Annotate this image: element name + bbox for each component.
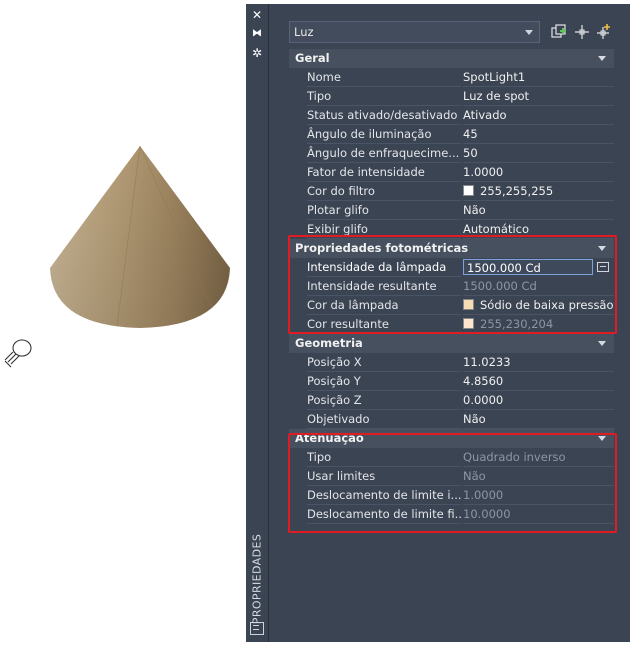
section-geral[interactable]: Geral (289, 49, 614, 68)
chevron-down-icon (598, 436, 606, 441)
property-row[interactable]: Intensidade resultante 1500.000 Cd (289, 277, 614, 296)
property-row[interactable]: Cor resultante 255,230,204 (289, 315, 614, 334)
property-row[interactable]: Status ativado/desativado Ativado (289, 106, 614, 125)
property-row[interactable]: Posição X 11.0233 (289, 353, 614, 372)
select-objects-icon[interactable] (572, 22, 592, 42)
gear-icon[interactable]: ✲ (249, 46, 265, 60)
property-row[interactable]: Deslocamento de limite fi... 10.0000 (289, 505, 614, 524)
property-row[interactable]: Usar limites Não (289, 467, 614, 486)
property-row[interactable]: Fator de intensidade 1.0000 (289, 163, 614, 182)
palette-title-bar: ✕ ⧓ ✲ PROPRIEDADES (246, 4, 269, 642)
property-row[interactable]: Plotar glifo Não (289, 201, 614, 220)
section-geometria[interactable]: Geometria (289, 334, 614, 353)
property-row[interactable]: Cor do filtro 255,255,255 (289, 182, 614, 201)
property-row[interactable]: Cor da lâmpada Sódio de baixa pressão (289, 296, 614, 315)
property-grid: Geral Nome SpotLight1 Tipo Luz de spot Sta… (289, 49, 614, 524)
property-row[interactable]: Objetivado Não (289, 410, 614, 429)
property-row[interactable]: Tipo Luz de spot (289, 87, 614, 106)
color-swatch-icon (463, 185, 474, 196)
chevron-down-icon (525, 30, 533, 35)
quick-select-icon[interactable] (549, 22, 569, 42)
pickadd-icon[interactable] (594, 22, 614, 42)
color-swatch-icon (463, 318, 474, 329)
property-row[interactable]: Nome SpotLight1 (289, 68, 614, 87)
property-row[interactable]: Ângulo de iluminação 45 (289, 125, 614, 144)
edit-dialog-icon[interactable] (597, 262, 609, 272)
object-type-dropdown[interactable]: Luz (289, 21, 540, 43)
drawing-viewport[interactable] (0, 0, 246, 648)
property-row[interactable]: Ângulo de enfraquecime... 50 (289, 144, 614, 163)
properties-palette: ✕ ⧓ ✲ PROPRIEDADES Luz Geral Nome SpotLi… (246, 4, 630, 642)
property-row[interactable]: Posição Z 0.0000 (289, 391, 614, 410)
property-row[interactable]: Exibir glifo Automático (289, 220, 614, 239)
chevron-down-icon (598, 341, 606, 346)
cone-3d-object[interactable] (40, 140, 240, 335)
property-row-selected[interactable]: Intensidade da lâmpada 1500.000 Cd (289, 258, 614, 277)
palette-title: PROPRIEDADES (250, 533, 264, 625)
chevron-down-icon (598, 56, 606, 61)
close-icon[interactable]: ✕ (249, 8, 265, 22)
lamp-intensity-input[interactable]: 1500.000 Cd (463, 259, 593, 275)
object-type-value: Luz (294, 25, 314, 39)
property-row[interactable]: Deslocamento de limite i... 1.0000 (289, 486, 614, 505)
color-swatch-icon (463, 299, 474, 310)
section-atenuacao[interactable]: Atenuação (289, 429, 614, 448)
property-row[interactable]: Tipo Quadrado inverso (289, 448, 614, 467)
autohide-icon[interactable]: ⧓ (249, 27, 265, 41)
palette-menu-icon[interactable] (250, 622, 264, 635)
spotlight-glyph-icon[interactable] (2, 336, 36, 370)
section-propriedades-fotometricas[interactable]: Propriedades fotométricas (289, 239, 614, 258)
chevron-down-icon (598, 246, 606, 251)
property-row[interactable]: Posição Y 4.8560 (289, 372, 614, 391)
